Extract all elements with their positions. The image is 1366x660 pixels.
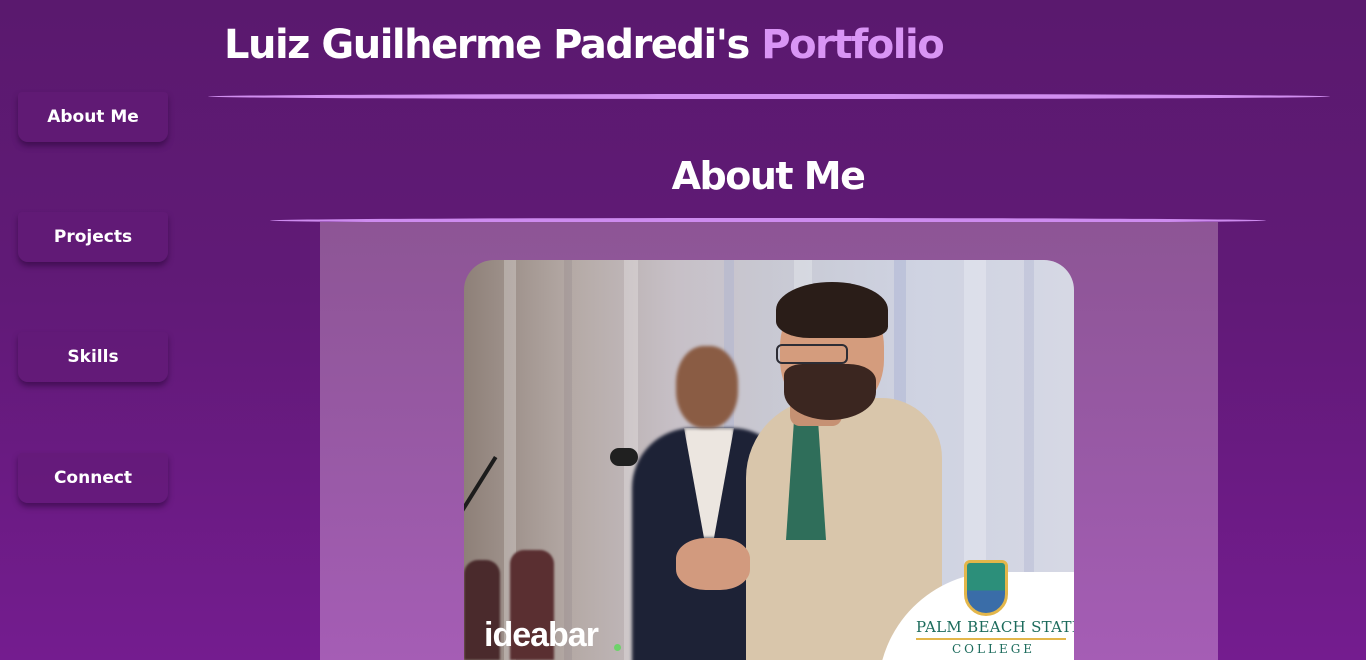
- nav-projects-button[interactable]: Projects: [18, 212, 168, 262]
- photo-speaker-beard: [784, 364, 876, 420]
- photo-speaker-glasses: [776, 344, 848, 364]
- photo-curtain: [564, 260, 572, 660]
- ideabar-watermark: ideabar: [484, 616, 599, 654]
- photo-speaker-hair: [776, 282, 888, 338]
- site-title-accent: Portfolio: [761, 22, 944, 68]
- nav-connect-button[interactable]: Connect: [18, 453, 168, 503]
- header-underline: [208, 94, 1330, 99]
- profile-photo: ideabar PALM BEACH STATE COLLEGE: [464, 260, 1074, 660]
- palm-beach-logo-subtext: COLLEGE: [952, 642, 1036, 656]
- palm-beach-logo-divider: [916, 638, 1066, 640]
- palm-beach-logo-text: PALM BEACH STATE: [916, 618, 1074, 636]
- photo-speaker-hands: [676, 538, 750, 590]
- nav-skills-button[interactable]: Skills: [18, 332, 168, 382]
- palm-beach-shield-icon: [964, 560, 1008, 616]
- site-title: Luiz Guilherme Padredi's Portfolio: [224, 22, 945, 68]
- ideabar-dot-icon: [614, 644, 621, 651]
- section-title: About Me: [671, 154, 866, 198]
- photo-microphone: [610, 448, 638, 466]
- photo-background-person-head: [676, 346, 738, 428]
- site-title-name: Luiz Guilherme Padredi's: [224, 22, 750, 68]
- nav-about-me-button[interactable]: About Me: [18, 92, 168, 142]
